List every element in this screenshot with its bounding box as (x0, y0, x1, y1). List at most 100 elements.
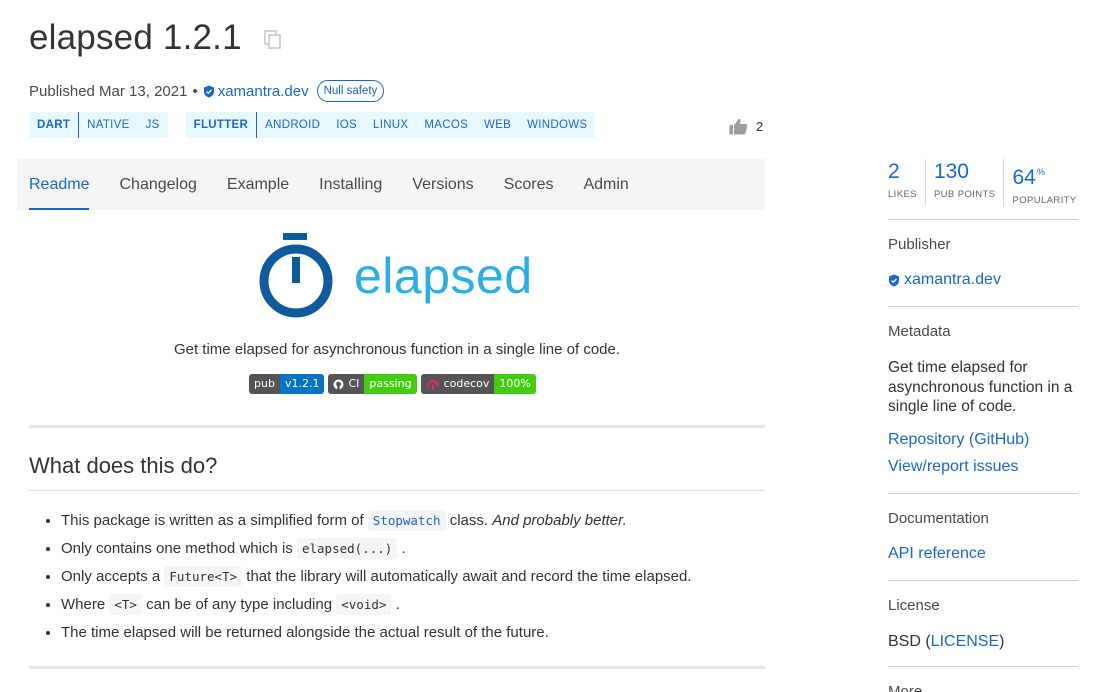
section-heading: What does this do? (29, 453, 218, 478)
stat-label: LIKES (888, 189, 917, 200)
tag-ios[interactable]: IOS (328, 112, 365, 138)
platform-tags: DART NATIVE JS FLUTTER ANDROID IOS LINUX… (29, 112, 613, 138)
like-button[interactable]: 2 (729, 118, 763, 135)
badge-label-codecov: codecov (420, 374, 495, 394)
text: Only contains one method which is (61, 540, 293, 557)
divider (29, 425, 765, 428)
stat-popularity[interactable]: 64% POPULARITY (1012, 159, 1084, 206)
like-count: 2 (756, 119, 764, 134)
published-date: Published Mar 13, 2021 (29, 82, 188, 100)
text: Where (61, 596, 106, 613)
emphasis-text: And probably better. (492, 512, 627, 529)
more-heading: More (888, 683, 923, 692)
tab-readme[interactable]: Readme (17, 159, 104, 210)
publisher-link[interactable]: xamantra.dev (203, 83, 309, 100)
stat-suffix: % (1036, 167, 1045, 177)
tag-js[interactable]: JS (138, 112, 168, 138)
tab-versions[interactable]: Versions (397, 159, 488, 210)
repository-link[interactable]: Repository (GitHub) (888, 431, 1029, 449)
api-reference-link[interactable]: API reference (888, 545, 986, 563)
publisher-name: xamantra.dev (217, 82, 309, 100)
feature-list: This package is written as a simplified … (44, 507, 764, 647)
list-item: Only accepts a Future<T> that the librar… (61, 563, 764, 591)
logo-text: elapsed (354, 248, 533, 304)
tab-scores[interactable]: Scores (489, 159, 569, 210)
publisher-heading: Publisher (888, 236, 951, 253)
separator: • (192, 82, 198, 100)
divider (29, 490, 765, 491)
list-item: This package is written as a simplified … (61, 507, 764, 535)
tag-web[interactable]: WEB (476, 112, 519, 138)
stat-label: PUB POINTS (933, 189, 996, 200)
text: . (401, 540, 406, 557)
title-row: elapsed 1.2.1 (29, 18, 282, 58)
publisher-name: xamantra.dev (904, 271, 1001, 288)
tag-macos[interactable]: MACOS (416, 112, 476, 138)
stat-likes[interactable]: 2 LIKES (888, 159, 926, 206)
tab-bar: Readme Changelog Example Installing Vers… (17, 159, 765, 210)
stat-value: 64 (1012, 166, 1036, 189)
stat-label: POPULARITY (1012, 195, 1077, 206)
package-logo: elapsed (258, 233, 533, 319)
inline-code: <T> (109, 594, 142, 615)
text: Only accepts a (61, 568, 161, 585)
pub-version-badge[interactable]: pub v1.2.1 (249, 374, 325, 394)
codecov-badge[interactable]: codecov 100% (420, 374, 536, 394)
badge-label-text: codecov (443, 377, 490, 390)
badge-row: pub v1.2.1 CI passing codecov 100% (249, 374, 540, 394)
list-item: Only contains one method which is elapse… (61, 535, 764, 563)
page-title: elapsed 1.2.1 (29, 18, 242, 57)
divider (29, 666, 765, 669)
stopwatch-icon (259, 233, 333, 318)
sidebar-publisher-link[interactable]: xamantra.dev (888, 271, 1001, 289)
metadata-heading: Metadata (888, 323, 951, 340)
verified-icon (203, 85, 214, 97)
stat-value: 130 (933, 160, 969, 183)
meta-row: Published Mar 13, 2021 • xamantra.dev Nu… (29, 80, 385, 102)
copy-icon[interactable] (263, 30, 282, 50)
license-suffix: ) (999, 633, 1005, 650)
stopwatch-code-link[interactable]: Stopwatch (367, 510, 446, 531)
badge-value: v1.2.1 (279, 374, 325, 394)
verified-icon (889, 274, 899, 286)
tag-group-flutter: FLUTTER ANDROID IOS LINUX MACOS WEB WIND… (185, 112, 596, 138)
tab-changelog[interactable]: Changelog (104, 159, 211, 210)
tag-group-dart: DART NATIVE JS (29, 112, 168, 138)
null-safety-badge[interactable]: Null safety (316, 80, 385, 102)
divider (888, 580, 1078, 581)
tag-android[interactable]: ANDROID (257, 112, 328, 138)
tab-installing[interactable]: Installing (304, 159, 397, 210)
inline-code: Future<T> (164, 566, 243, 587)
text: can be of any type including (146, 596, 333, 613)
divider (888, 493, 1078, 494)
badge-label-ci: CI (328, 374, 365, 394)
list-item: The time elapsed will be returned alongs… (61, 619, 764, 647)
documentation-heading: Documentation (888, 510, 989, 527)
divider (888, 219, 1078, 220)
license-link[interactable]: LICENSE (931, 633, 999, 650)
tab-example[interactable]: Example (212, 159, 304, 210)
thumbs-up-icon (729, 118, 748, 135)
tag-windows[interactable]: WINDOWS (519, 112, 595, 138)
issues-link[interactable]: View/report issues (888, 458, 1018, 476)
inline-code: elapsed(...) (296, 538, 398, 559)
tag-linux[interactable]: LINUX (365, 112, 416, 138)
tag-native[interactable]: NATIVE (79, 112, 137, 138)
inline-code: <void> (336, 594, 392, 615)
divider (888, 666, 1078, 667)
list-item: Where <T> can be of any type including <… (61, 591, 764, 619)
license-heading: License (888, 597, 940, 614)
github-icon (333, 379, 344, 389)
ci-badge[interactable]: CI passing (328, 374, 417, 394)
metadata-description: Get time elapsed for asynchronous functi… (888, 359, 1073, 415)
stat-pub-points[interactable]: 130 PUB POINTS (934, 159, 1005, 206)
divider (888, 306, 1078, 307)
badge-label: pub (249, 374, 280, 394)
tag-flutter[interactable]: FLUTTER (186, 112, 258, 138)
tag-dart[interactable]: DART (29, 112, 80, 138)
score-stats: 2 LIKES 130 PUB POINTS 64% POPULARITY (888, 159, 1093, 206)
readme-description: Get time elapsed for asynchronous functi… (173, 341, 621, 358)
tab-admin[interactable]: Admin (568, 159, 643, 210)
license-prefix: BSD ( (888, 633, 931, 650)
codecov-icon (426, 379, 439, 390)
